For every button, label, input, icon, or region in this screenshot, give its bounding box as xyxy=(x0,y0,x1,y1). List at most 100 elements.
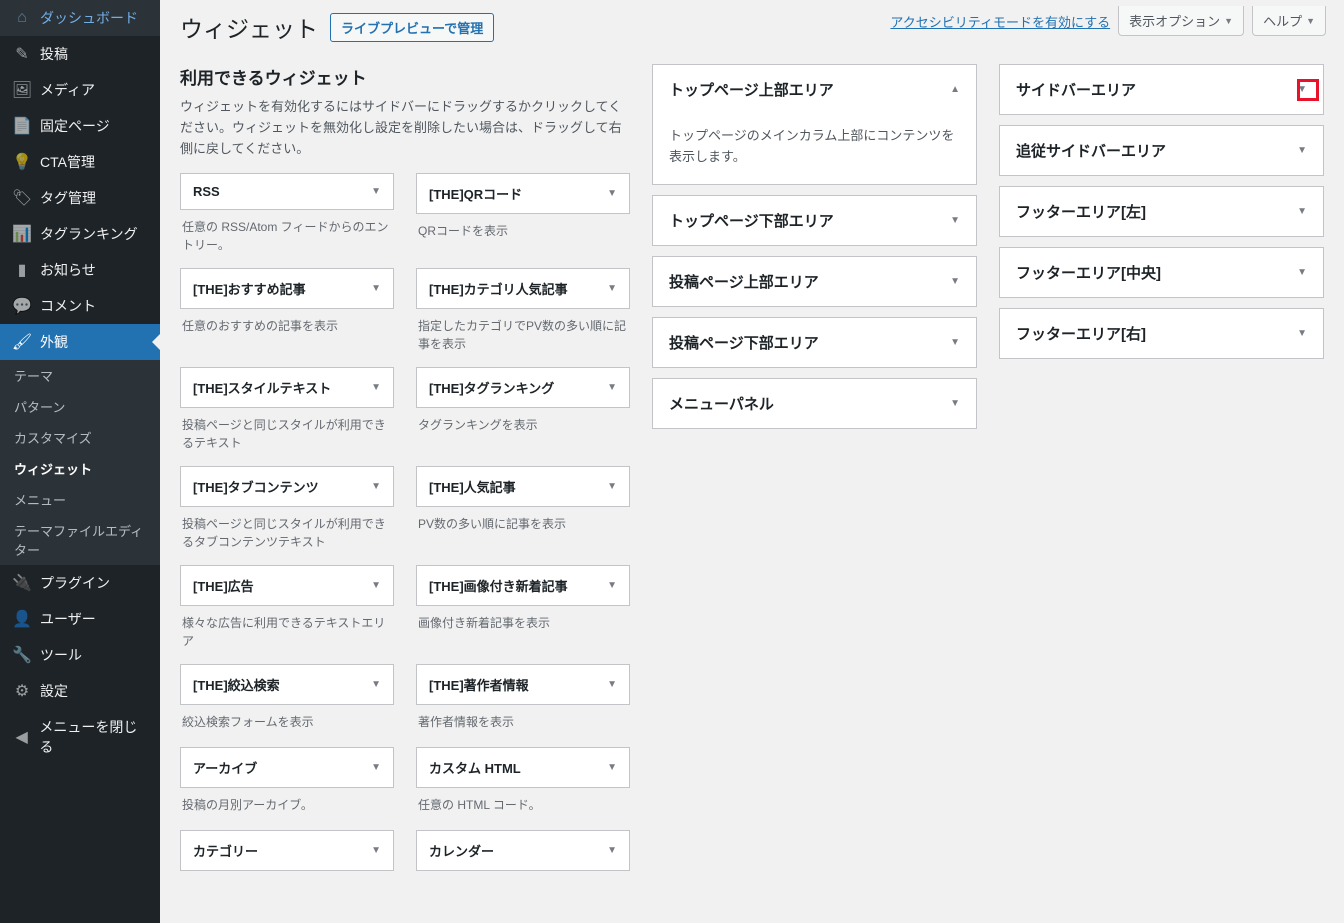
chevron-down-icon: ▼ xyxy=(371,679,381,690)
widget-item[interactable]: RSS▼ xyxy=(180,173,394,210)
widget-area-name: 追従サイドバーエリア xyxy=(1016,140,1166,161)
tag-icon: 🏷 xyxy=(12,188,32,208)
chevron-down-icon: ▼ xyxy=(1297,328,1307,339)
sidebar-sub-item[interactable]: メニュー xyxy=(0,484,160,515)
widget-desc: 投稿ページと同じスタイルが利用できるタブコンテンツテキスト xyxy=(180,507,394,555)
widget-item[interactable]: [THE]タブコンテンツ▼ xyxy=(180,466,394,507)
user-icon: 👤 xyxy=(12,609,32,629)
widget-area[interactable]: フッターエリア[右]▼ xyxy=(999,308,1324,359)
sidebar-item-news[interactable]: ▮お知らせ xyxy=(0,252,160,288)
sidebar-item-collapse[interactable]: ◀メニューを閉じる xyxy=(0,709,160,765)
sidebar-sub-item[interactable]: パターン xyxy=(0,391,160,422)
widget-area-name: 投稿ページ下部エリア xyxy=(669,332,819,353)
chevron-down-icon: ▼ xyxy=(371,382,381,393)
sidebar-item-media[interactable]: 🖼メディア xyxy=(0,72,160,108)
widget-name: [THE]広告 xyxy=(193,576,254,595)
chevron-down-icon: ▼ xyxy=(1224,16,1233,26)
widget-area-name: フッターエリア[中央] xyxy=(1016,262,1161,283)
widget-area[interactable]: 追従サイドバーエリア▼ xyxy=(999,125,1324,176)
widget-item[interactable]: [THE]人気記事▼ xyxy=(416,466,630,507)
widget-item[interactable]: [THE]カテゴリ人気記事▼ xyxy=(416,268,630,309)
widget-area[interactable]: 投稿ページ下部エリア ▼ xyxy=(652,317,977,368)
widget-item[interactable]: カテゴリー▼ xyxy=(180,830,394,871)
chevron-up-icon: ▲ xyxy=(950,84,960,95)
sidebar-item-page[interactable]: 📄固定ページ xyxy=(0,108,160,144)
widget-area[interactable]: トップページ上部エリア▲ xyxy=(652,64,977,114)
widget-name: [THE]タブコンテンツ xyxy=(193,477,319,496)
sidebar-item-tool[interactable]: 🔧ツール xyxy=(0,637,160,673)
widget-desc: 著作者情報を表示 xyxy=(416,705,630,737)
live-preview-button[interactable]: ライブプレビューで管理 xyxy=(330,13,494,42)
page-title: ウィジェット xyxy=(180,10,318,44)
available-widgets-heading: 利用できるウィジェット xyxy=(180,64,630,89)
widget-item[interactable]: カスタム HTML▼ xyxy=(416,747,630,788)
settings-icon: ⚙ xyxy=(12,681,32,701)
help-tab[interactable]: ヘルプ▼ xyxy=(1252,6,1326,36)
widget-item[interactable]: [THE]スタイルテキスト▼ xyxy=(180,367,394,408)
widget-area[interactable]: 投稿ページ上部エリア ▼ xyxy=(652,256,977,307)
widget-area[interactable]: メニューパネル▼ xyxy=(652,378,977,429)
widget-item[interactable]: カレンダー▼ xyxy=(416,830,630,871)
chevron-down-icon: ▼ xyxy=(371,845,381,856)
widget-item[interactable]: [THE]おすすめ記事 ▼ xyxy=(180,268,394,309)
sidebar-item-user[interactable]: 👤 ユーザー xyxy=(0,601,160,637)
widget-item[interactable]: [THE]著作者情報▼ xyxy=(416,664,630,705)
widget-area[interactable]: フッターエリア[左]▼ xyxy=(999,186,1324,237)
sidebar-item-pin[interactable]: ✎投稿 xyxy=(0,36,160,72)
sidebar-item-label: ダッシュボード xyxy=(40,8,138,28)
widget-item[interactable]: アーカイブ▼ xyxy=(180,747,394,788)
widget-area-name: 投稿ページ上部エリア xyxy=(669,271,819,292)
plugin-icon: 🔌 xyxy=(12,573,32,593)
sidebar-item-bulb[interactable]: 💡CTA管理 xyxy=(0,144,160,180)
widget-area[interactable]: サイドバーエリア▼ xyxy=(999,64,1324,115)
widget-area-name: トップページ下部エリア xyxy=(669,210,834,231)
accessibility-link[interactable]: アクセシビリティモードを有効にする xyxy=(890,12,1110,31)
sidebar-item-rank[interactable]: 📊タグランキング xyxy=(0,216,160,252)
sidebar-item-label: タグランキング xyxy=(40,224,138,244)
widget-item[interactable]: [THE]タグランキング▼ xyxy=(416,367,630,408)
chevron-down-icon: ▼ xyxy=(1297,206,1307,217)
sidebar-item-label: 外観 xyxy=(40,332,68,352)
sidebar-item-label: ユーザー xyxy=(40,609,96,629)
media-icon: 🖼 xyxy=(12,80,32,100)
admin-sidebar: ⌂ダッシュボード✎投稿🖼メディア📄固定ページ💡CTA管理🏷タグ管理📊タグランキン… xyxy=(0,0,160,923)
chevron-down-icon: ▼ xyxy=(950,398,960,409)
chevron-down-icon: ▼ xyxy=(950,337,960,348)
sidebar-item-appearance[interactable]: 🖌外観 xyxy=(0,324,160,360)
comment-icon: 💬 xyxy=(12,296,32,316)
tool-icon: 🔧 xyxy=(12,645,32,665)
sidebar-item-label: プラグイン xyxy=(40,573,110,593)
widget-name: [THE]人気記事 xyxy=(429,477,516,496)
chevron-down-icon: ▼ xyxy=(371,580,381,591)
screen-options-tab[interactable]: 表示オプション▼ xyxy=(1118,6,1244,36)
sidebar-item-plugin[interactable]: 🔌 プラグイン xyxy=(0,565,160,601)
widget-desc xyxy=(416,871,630,903)
widget-desc xyxy=(180,871,394,903)
widget-areas-col-1: トップページ上部エリア▲トップページのメインカラム上部にコンテンツを表示します。… xyxy=(652,64,977,903)
sidebar-item-dashboard[interactable]: ⌂ダッシュボード xyxy=(0,0,160,36)
sidebar-sub-item[interactable]: ウィジェット xyxy=(0,453,160,484)
sidebar-item-tag[interactable]: 🏷タグ管理 xyxy=(0,180,160,216)
widget-areas-col-2: サイドバーエリア▼追従サイドバーエリア▼フッターエリア[左]▼フッターエリア[中… xyxy=(999,64,1324,903)
chevron-down-icon: ▼ xyxy=(607,283,617,294)
sidebar-item-label: 固定ページ xyxy=(40,116,110,136)
chevron-down-icon: ▼ xyxy=(371,762,381,773)
widget-name: [THE]画像付き新着記事 xyxy=(429,576,568,595)
widget-item[interactable]: [THE]画像付き新着記事▼ xyxy=(416,565,630,606)
sidebar-item-comment[interactable]: 💬コメント xyxy=(0,288,160,324)
widget-area[interactable]: トップページ下部エリア ▼ xyxy=(652,195,977,246)
widget-item[interactable]: [THE]QRコード▼ xyxy=(416,173,630,214)
chevron-down-icon: ▼ xyxy=(950,276,960,287)
sidebar-sub-item[interactable]: テーマ xyxy=(0,360,160,391)
sidebar-sub-item[interactable]: テーマファイルエディター xyxy=(0,515,160,565)
available-widgets-desc: ウィジェットを有効化するにはサイドバーにドラッグするかクリックしてください。ウィ… xyxy=(180,97,630,159)
widget-name: [THE]おすすめ記事 xyxy=(193,279,306,298)
widget-item[interactable]: [THE]絞込検索▼ xyxy=(180,664,394,705)
chevron-down-icon: ▼ xyxy=(950,215,960,226)
sidebar-sub-item[interactable]: カスタマイズ xyxy=(0,422,160,453)
chevron-down-icon: ▼ xyxy=(371,283,381,294)
widget-item[interactable]: [THE]広告 ▼ xyxy=(180,565,394,606)
widget-area[interactable]: フッターエリア[中央]▼ xyxy=(999,247,1324,298)
chevron-down-icon: ▼ xyxy=(607,762,617,773)
sidebar-item-settings[interactable]: ⚙設定 xyxy=(0,673,160,709)
